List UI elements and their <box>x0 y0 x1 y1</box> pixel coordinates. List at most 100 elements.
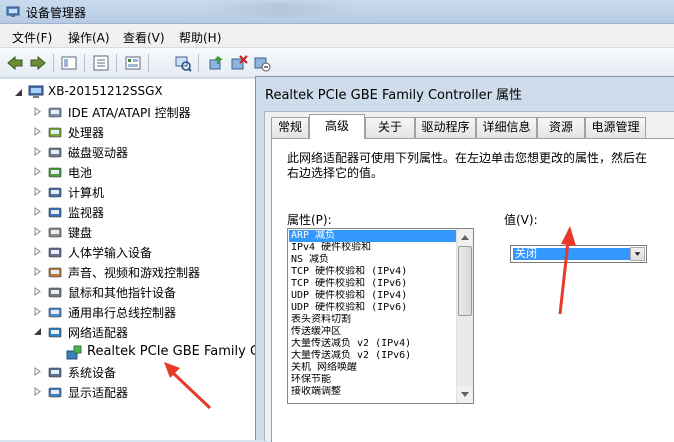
property-list-item[interactable]: 表头资料切割 <box>289 314 456 326</box>
tree-category-label: 人体学输入设备 <box>68 246 153 260</box>
expand-arrow-icon[interactable] <box>33 127 42 136</box>
expand-arrow-icon[interactable] <box>33 247 42 256</box>
description-text: 此网络适配器可使用下列属性。在左边单击您想更改的属性，然后在右边选择它的值。 <box>287 151 648 180</box>
tree-category-label: 键盘 <box>68 226 93 240</box>
expand-arrow-icon[interactable] <box>33 267 42 276</box>
tree-category-label: 监视器 <box>68 206 105 220</box>
network-card-icon <box>66 345 82 360</box>
tree-category-label: 显示适配器 <box>68 386 129 400</box>
scroll-down-icon[interactable] <box>457 386 473 403</box>
network-adapter-icon <box>48 327 62 338</box>
tab-general[interactable]: 常规 <box>271 117 309 138</box>
forward-icon[interactable] <box>29 54 47 72</box>
device-manager-icon <box>6 6 20 17</box>
battery-icon <box>48 167 62 178</box>
dialog-title: Realtek PCIe GBE Family Controller 属性 <box>265 88 523 103</box>
tree-category-label: 网络适配器 <box>68 326 129 340</box>
update-driver-icon[interactable] <box>207 54 225 72</box>
menu-help[interactable]: 帮助(H) <box>179 29 221 46</box>
scroll-thumb[interactable] <box>458 246 472 316</box>
property-list-item[interactable]: UDP 硬件校验和 (IPv6) <box>289 302 456 314</box>
property-list-item[interactable]: 接收端调整 <box>289 386 456 398</box>
chevron-down-icon[interactable] <box>630 247 645 261</box>
property-list-item[interactable]: 传送缓冲区 <box>289 326 456 338</box>
tree-category-label: 鼠标和其他指针设备 <box>68 286 177 300</box>
expand-arrow-icon[interactable] <box>33 287 42 296</box>
property-list-item[interactable]: 大量传送减负 v2 (IPv4) <box>289 338 456 350</box>
property-list-item[interactable]: TCP 硬件校验和 (IPv4) <box>289 266 456 278</box>
help-icon[interactable] <box>92 54 110 72</box>
tree-category-label: 通用串行总线控制器 <box>68 306 177 320</box>
toolbar <box>0 48 674 78</box>
tree-root-label: XB-20151212SSGX <box>48 84 163 98</box>
sound-icon <box>48 267 62 278</box>
expand-arrow-icon[interactable] <box>33 307 42 316</box>
tab-power-management[interactable]: 电源管理 <box>585 117 646 138</box>
expand-arrow-icon[interactable] <box>33 187 42 196</box>
menu-action[interactable]: 操作(A) <box>68 29 110 46</box>
display-adapter-icon <box>48 387 62 398</box>
title-bar: 设备管理器 <box>0 0 674 24</box>
hid-icon <box>48 247 62 258</box>
property-list-item[interactable]: UDP 硬件校验和 (IPv4) <box>289 290 456 302</box>
advanced-tab-page: 此网络适配器可使用下列属性。在左边单击您想更改的属性，然后在右边选择它的值。 属… <box>271 138 674 442</box>
expand-arrow-icon[interactable] <box>33 387 42 396</box>
grid-view-icon[interactable] <box>124 54 142 72</box>
tab-details[interactable]: 详细信息 <box>476 117 537 138</box>
listbox-scrollbar[interactable] <box>456 229 473 403</box>
expand-arrow-icon[interactable] <box>33 107 42 116</box>
menu-bar: 文件(F) 操作(A) 查看(V) 帮助(H) <box>0 24 674 48</box>
property-listbox[interactable]: ARP 减负 IPv4 硬件校验和 NS 减负 TCP 硬件校验和 (IPv4) TCP… <box>287 228 474 404</box>
ide-controller-icon <box>48 107 62 118</box>
system-device-icon <box>48 367 62 378</box>
computer-icon <box>48 187 62 198</box>
monitor-icon <box>48 207 62 218</box>
uninstall-icon[interactable] <box>230 54 248 72</box>
property-list-item[interactable]: 环保节能 <box>289 374 456 386</box>
property-list-item[interactable]: NS 减负 <box>289 254 456 266</box>
property-list-item[interactable]: 大量传送减负 v2 (IPv6) <box>289 350 456 362</box>
keyboard-icon <box>48 227 62 238</box>
tree-category-label: 处理器 <box>68 126 105 140</box>
property-list-item[interactable]: ARP 减负 <box>289 230 456 242</box>
usb-icon <box>48 307 62 318</box>
dialog-client: 常规 高级 关于 驱动程序 详细信息 资源 电源管理 此网络适配器可使用下列属性… <box>264 111 674 442</box>
tab-about[interactable]: 关于 <box>365 117 415 138</box>
properties-view-icon[interactable] <box>60 54 78 72</box>
expand-arrow-icon[interactable] <box>33 227 42 236</box>
processor-icon <box>48 127 62 138</box>
expand-arrow-icon[interactable] <box>33 367 42 376</box>
computer-icon <box>28 85 44 98</box>
annotation-arrow-icon <box>558 226 576 315</box>
mouse-icon <box>48 287 62 298</box>
scan-hardware-icon[interactable] <box>174 54 192 72</box>
expand-arrow-icon[interactable] <box>33 167 42 176</box>
disable-device-icon[interactable] <box>253 54 271 72</box>
tree-category-label: 声音、视频和游戏控制器 <box>68 266 201 280</box>
tree-category-label: 系统设备 <box>68 366 117 380</box>
window-title: 设备管理器 <box>26 6 87 20</box>
tree-category-label: 计算机 <box>68 186 105 200</box>
scroll-up-icon[interactable] <box>457 229 473 246</box>
menu-file[interactable]: 文件(F) <box>12 29 52 46</box>
tab-advanced[interactable]: 高级 <box>309 114 365 139</box>
expand-arrow-icon[interactable] <box>33 147 42 156</box>
expand-arrow-icon[interactable] <box>33 207 42 216</box>
menu-view[interactable]: 查看(V) <box>123 29 165 46</box>
properties-dialog: Realtek PCIe GBE Family Controller 属性 常规… <box>255 76 674 442</box>
blurred-watermark <box>190 2 370 16</box>
tab-resources[interactable]: 资源 <box>537 117 585 138</box>
value-label: 值(V): <box>504 213 538 227</box>
tree-category-label: 电池 <box>68 166 93 180</box>
tab-driver[interactable]: 驱动程序 <box>415 117 476 138</box>
tree-category-label: 磁盘驱动器 <box>68 146 129 160</box>
property-label: 属性(P): <box>287 213 332 227</box>
tree-category-label: IDE ATA/ATAPI 控制器 <box>68 106 191 120</box>
disk-drive-icon <box>48 147 62 158</box>
property-list-item[interactable]: IPv4 硬件校验和 <box>289 242 456 254</box>
property-list-item[interactable]: 关机 网络唤醒 <box>289 362 456 374</box>
collapse-arrow-icon[interactable] <box>33 327 42 336</box>
property-list-item[interactable]: TCP 硬件校验和 (IPv6) <box>289 278 456 290</box>
collapse-arrow-icon[interactable] <box>14 88 23 97</box>
back-icon[interactable] <box>6 54 24 72</box>
